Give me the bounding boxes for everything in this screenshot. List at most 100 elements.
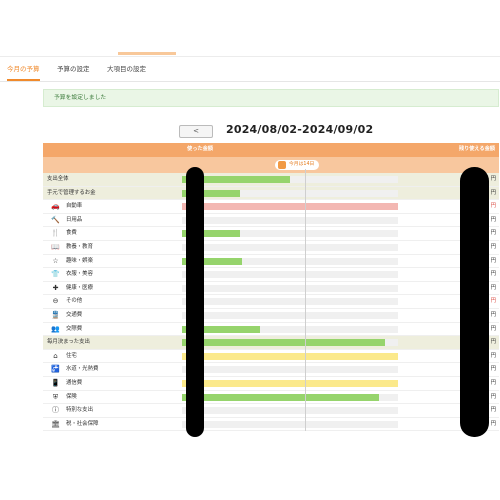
tax-icon: 🏛 xyxy=(51,419,60,428)
category-row[interactable]: 🚆 交通費 円 xyxy=(43,309,499,323)
row-label: 食費 xyxy=(66,230,77,237)
category-row[interactable]: ⊖その他円円 xyxy=(43,295,499,309)
remaining-amount: 円 xyxy=(490,203,496,210)
category-row[interactable]: ⛨ 保険 円 xyxy=(43,391,499,405)
tab-category-settings[interactable]: 大項目の設定 xyxy=(107,57,146,81)
tab-budget-settings[interactable]: 予算の設定 xyxy=(57,57,90,81)
remaining-amount: 円 xyxy=(490,271,496,278)
today-line xyxy=(305,169,306,431)
remaining-amount: 円 xyxy=(490,230,496,237)
today-marker: 今月は14日 xyxy=(275,160,320,170)
redaction-mark xyxy=(460,167,489,437)
category-row[interactable]: 🍴食費円円 xyxy=(43,227,499,241)
budget-bar-fill xyxy=(182,379,398,387)
section-row[interactable]: 支出全体円円 xyxy=(43,173,499,187)
budget-bar xyxy=(182,420,398,428)
today-label: 今月は14日 xyxy=(289,162,315,167)
remaining-amount: 円 xyxy=(490,366,496,373)
category-row[interactable]: ⓘ特別な支出円円 xyxy=(43,404,499,418)
section-row[interactable]: 手元で管理するお金円円 xyxy=(43,186,499,201)
budget-bar xyxy=(182,325,398,333)
remaining-amount: 円 xyxy=(490,284,496,291)
budget-bar xyxy=(182,216,398,224)
row-label: 水道・光熱費 xyxy=(66,366,99,373)
budget-bar xyxy=(182,271,398,279)
category-row[interactable]: 👥 交際費 円 xyxy=(43,323,499,337)
budget-bar xyxy=(182,189,398,197)
budget-bar-fill xyxy=(182,339,386,347)
daily-goods-icon: 🔨 xyxy=(51,215,60,224)
tab-this-month-budget[interactable]: 今月の予算 xyxy=(7,57,40,81)
accent-bar xyxy=(118,52,176,55)
row-label: 特別な支出 xyxy=(66,407,93,414)
row-label: 日用品 xyxy=(66,216,83,223)
budget-bar xyxy=(182,176,398,183)
redaction-mark xyxy=(186,167,204,437)
budget-bar xyxy=(182,243,398,251)
budget-rows: 支出全体円円手元で管理するお金円円🚗自動車円円🔨日用品円🍴食費円円📖教養・教育円… xyxy=(43,173,499,432)
row-label: 支出全体 xyxy=(47,176,69,182)
budget-bar xyxy=(182,284,398,292)
remaining-amount: 円 xyxy=(490,420,496,427)
category-row[interactable]: 🔨 日用品 円 xyxy=(43,214,499,228)
budget-bar xyxy=(182,407,398,415)
row-label: 通信費 xyxy=(66,379,83,386)
today-row: 今月は14日 xyxy=(43,157,499,173)
remaining-header: 残り使える金額 xyxy=(458,146,495,152)
remaining-amount: 円 xyxy=(490,216,496,223)
row-label: 教養・教育 xyxy=(66,243,93,250)
row-label: 保険 xyxy=(66,393,77,400)
row-label: 税・社会保障 xyxy=(66,420,99,427)
budget-bar xyxy=(182,257,398,265)
remaining-amount: 円 xyxy=(490,325,496,332)
row-label: 自動車 xyxy=(66,203,83,210)
category-row[interactable]: 🚗自動車円円 xyxy=(43,200,499,214)
budget-bar xyxy=(182,366,398,374)
clothing-icon: 👕 xyxy=(51,270,60,279)
category-row[interactable]: ✚ 健康・医療 円 xyxy=(43,282,499,296)
prev-period-button[interactable]: < xyxy=(179,125,213,138)
budget-bar xyxy=(182,339,398,347)
remaining-amount: 円 xyxy=(490,379,496,386)
remaining-amount: 円 xyxy=(490,243,496,250)
special-expense-icon: ⓘ xyxy=(52,406,59,415)
period-title: 2024/08/02-2024/09/02 xyxy=(226,123,374,136)
section-row[interactable]: 毎月決まった支出 円 xyxy=(43,336,499,350)
row-label: 健康・医療 xyxy=(66,284,93,291)
education-icon: 📖 xyxy=(51,242,60,251)
hobby-icon: ☆ xyxy=(52,256,59,265)
category-row[interactable]: ⌂住宅円円 xyxy=(43,350,499,364)
budget-bar-fill xyxy=(182,393,379,401)
category-row[interactable]: 🏛 税・社会保障 円 xyxy=(43,418,499,432)
remaining-amount: 円 xyxy=(490,257,496,264)
category-row[interactable]: 👕 衣服・美容 円 xyxy=(43,268,499,282)
budget-page: 今月の予算 予算の設定 大項目の設定 予算を設定しました < 2024/08/0… xyxy=(0,0,500,500)
remaining-amount: 円 xyxy=(490,189,496,196)
remaining-amount: 円 xyxy=(490,407,496,414)
food-icon: 🍴 xyxy=(51,229,60,238)
budget-bar xyxy=(182,352,398,360)
remaining-amount: 円 xyxy=(490,298,496,305)
budget-bar xyxy=(182,379,398,387)
car-icon: 🚗 xyxy=(51,202,60,211)
category-row[interactable]: 🚰水道・光熱費円円 xyxy=(43,363,499,377)
remaining-amount: 円 xyxy=(490,311,496,318)
spent-header: 使った金額 xyxy=(187,146,213,152)
category-row[interactable]: 📱 通信費 円 xyxy=(43,377,499,391)
top-strip xyxy=(0,0,500,55)
budget-bar xyxy=(182,203,398,211)
remaining-amount: 円 xyxy=(490,176,496,182)
health-icon: ✚ xyxy=(52,283,59,292)
budget-bar-fill xyxy=(182,203,398,211)
row-label: その他 xyxy=(66,298,83,305)
row-label: 交際費 xyxy=(66,325,83,332)
row-label: 毎月決まった支出 xyxy=(47,339,90,346)
row-label: 交通費 xyxy=(66,311,83,318)
tab-bar: 今月の予算 予算の設定 大項目の設定 xyxy=(0,56,500,82)
home-icon: ⌂ xyxy=(53,351,58,360)
row-label: 住宅 xyxy=(66,352,77,359)
category-row[interactable]: 📖 教養・教育 円 xyxy=(43,241,499,255)
other-icon: ⊖ xyxy=(52,297,59,306)
category-row[interactable]: ☆趣味・娯楽円円 xyxy=(43,255,499,269)
remaining-amount: 円 xyxy=(490,393,496,400)
